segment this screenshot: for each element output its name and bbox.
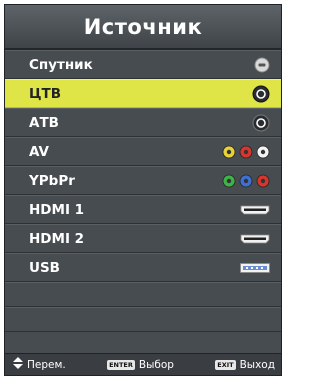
source-label: АТВ [29, 114, 59, 131]
rca-composite-connector-icon [222, 145, 270, 159]
enter-key-icon: ENTER [107, 359, 135, 370]
exit-key-icon: EXIT [215, 359, 236, 370]
source-label: HDMI 2 [29, 230, 85, 247]
source-label: YPbPr [29, 172, 75, 189]
source-item-av[interactable]: AV [5, 137, 281, 166]
exit-label: Выход [239, 358, 275, 371]
component-connector-icon [222, 174, 270, 188]
satellite-connector-icon [254, 57, 270, 73]
usb-connector-icon [240, 262, 270, 273]
hdmi-connector-icon [240, 234, 270, 244]
source-item-digital-tv[interactable]: ЦТВ [5, 79, 281, 108]
menu-title: Источник [83, 14, 203, 39]
source-label: HDMI 1 [29, 201, 85, 218]
source-item-hdmi-2[interactable]: HDMI 2 [5, 224, 281, 253]
coax-connector-icon [252, 85, 270, 103]
select-hint: ENTER Выбор [107, 359, 174, 371]
select-label: Выбор [138, 358, 174, 371]
source-menu: Источник Спутник ЦТВ АТВ AV YPbPr HDMI 1… [4, 4, 282, 376]
move-label: Перем. [27, 358, 66, 371]
source-label: USB [29, 259, 60, 276]
source-label: Спутник [29, 56, 93, 73]
empty-row [5, 307, 281, 332]
source-label: ЦТВ [29, 85, 62, 102]
source-item-usb[interactable]: USB [5, 253, 281, 282]
exit-hint: EXIT Выход [215, 359, 275, 371]
source-item-analog-tv[interactable]: АТВ [5, 108, 281, 137]
source-label: AV [29, 143, 49, 160]
footer-hints: Перем. ENTER Выбор EXIT Выход [5, 353, 281, 375]
source-item-component[interactable]: YPbPr [5, 166, 281, 195]
title-bar: Источник [5, 5, 281, 50]
source-item-satellite[interactable]: Спутник [5, 50, 281, 79]
hdmi-connector-icon [240, 205, 270, 215]
empty-row [5, 282, 281, 307]
up-down-arrows-icon [13, 357, 23, 372]
move-hint: Перем. [13, 357, 66, 372]
source-item-hdmi-1[interactable]: HDMI 1 [5, 195, 281, 224]
coax-connector-icon [252, 114, 270, 132]
